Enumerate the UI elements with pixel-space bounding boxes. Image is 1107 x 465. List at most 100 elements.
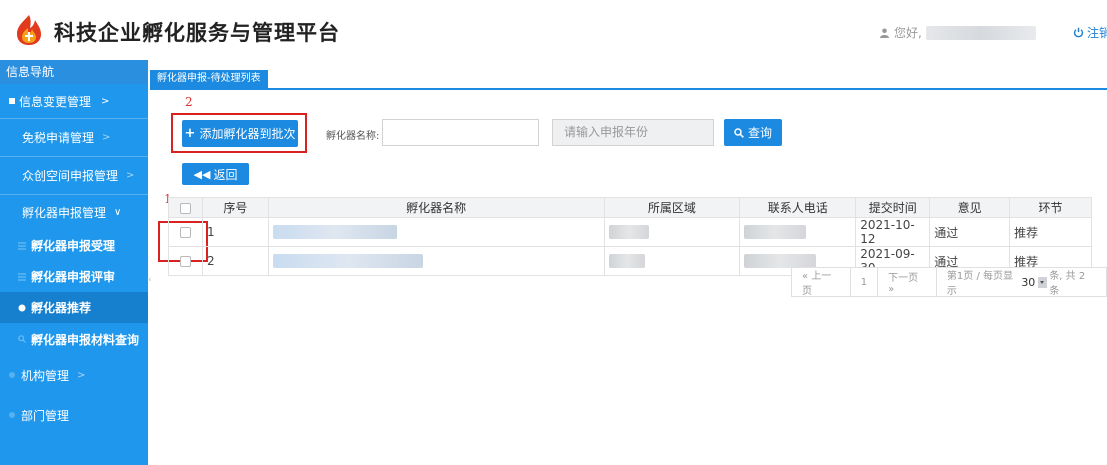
year-input[interactable]: 请输入申报年份 [552,119,714,146]
sidebar-subitem-label: 孵化器推荐 [31,301,92,315]
plus-icon: + [184,126,196,141]
top-header: 科技企业孵化服务与管理平台 您好, 注销 [0,0,1107,60]
redacted-text [608,254,645,269]
pagination: « 上一页 1 下一页 » 第1页 / 每页显示 30 条, 共 2 条 [791,267,1107,297]
select-all-checkbox[interactable] [179,202,191,214]
sidebar-item-tax-exemption[interactable]: 免税申请管理 > [0,119,148,156]
opinion-cell: 通过 [929,217,1011,247]
chevron-right-icon: > [101,95,110,107]
sidebar-subitem-label: 孵化器申报评审 [31,270,116,284]
sidebar-subitem-material-query[interactable]: 孵化器申报材料查询 [0,323,148,355]
redacted-text [272,225,397,240]
sidebar-subitem-label: 孵化器申报受理 [31,239,116,253]
sidebar-item-label: 孵化器申报管理 [22,206,107,220]
sidebar: 信息导航 信息变更管理 > 免税申请管理 > 众创空间申报管理 > 孵化器申报管… [0,60,148,465]
sidebar-subitem-accept[interactable]: 孵化器申报受理 [0,230,148,261]
phone-cell [739,217,857,247]
query-button[interactable]: 查询 [724,119,782,146]
stage-link[interactable]: 推荐 [1009,217,1092,247]
chevron-right-icon: > [126,170,135,181]
row-index: 1 [201,217,269,247]
page-info-prefix: 第1页 / 每页显示 [946,271,1013,297]
radio-dot-icon [18,304,26,311]
page-size-value: 30 [1021,275,1036,289]
list-icon [18,241,26,250]
sidebar-collapse-handle[interactable]: ‹ [148,275,152,285]
redacted-text [744,225,807,240]
app-title: 科技企业孵化服务与管理平台 [54,21,340,45]
column-header: 提交时间 [855,197,931,218]
incubator-name-label: 孵化器名称: [326,131,380,142]
row-select-cell [168,217,203,247]
submit-date-cell: 2021-10-12 [855,217,931,247]
org-icon [9,372,15,378]
select-all-cell [168,197,203,218]
page-info: 第1页 / 每页显示 30 条, 共 2 条 [937,268,1106,297]
add-to-batch-label: 添加孵化器到批次 [199,127,296,141]
query-label: 查询 [747,126,772,140]
sidebar-item-label: 机构管理 [21,368,70,383]
power-icon [1073,27,1084,38]
chevron-right-icon: > [102,132,111,143]
square-icon [9,98,15,104]
logo-flame-icon [17,15,41,45]
sidebar-item-label: 部门管理 [21,408,70,423]
sidebar-item-incubator[interactable]: 孵化器申报管理 ∨ [0,195,148,230]
row-index: 2 [201,246,269,276]
logout-link[interactable]: 注销 [1073,24,1107,41]
page-number-current[interactable]: 1 [851,268,879,296]
table-row: 1 2021-10-12 通过 推荐 [168,217,1092,247]
sidebar-subitem-label: 孵化器申报材料查询 [31,332,140,347]
logout-label: 注销 [1087,26,1107,40]
user-greeting: 您好, [880,24,1036,41]
column-header: 孵化器名称 [267,197,605,218]
next-page-button[interactable]: 下一页 » [878,268,937,296]
search-icon [734,127,744,138]
sidebar-item-org[interactable]: 机构管理 > [0,355,148,395]
back-icon: ◀◀ [193,167,211,181]
incubator-name-input[interactable] [382,119,539,146]
dept-icon [9,412,15,418]
dropdown-arrow-icon [1038,276,1048,288]
search-icon [18,335,26,343]
table-header-row: 序号 孵化器名称 所属区域 联系人电话 提交时间 意见 环节 [168,197,1092,218]
page-size-select[interactable]: 30 [1021,275,1048,289]
prev-page-button[interactable]: « 上一页 [792,268,851,297]
add-to-batch-button[interactable]: + 添加孵化器到批次 [182,120,298,147]
incubator-name-cell [267,217,605,247]
row-select-cell [168,246,203,276]
incubator-table: 序号 孵化器名称 所属区域 联系人电话 提交时间 意见 环节 1 2021-10… [168,197,1092,276]
sidebar-item-label: 免税申请管理 [22,131,95,145]
sidebar-heading: 信息导航 [0,60,148,84]
annotation-marker-2: 2 [185,95,193,109]
region-cell [603,246,741,276]
row-checkbox[interactable] [179,227,191,238]
chevron-down-icon: ∨ [114,207,122,218]
tab-pending-list[interactable]: 孵化器申报-待处理列表 [150,70,268,88]
sidebar-item-label: 信息变更管理 [19,94,92,109]
sidebar-item-label: 众创空间申报管理 [22,169,119,183]
list-icon [18,272,26,281]
back-label: 返回 [213,167,238,182]
column-header: 联系人电话 [739,197,857,218]
column-header: 序号 [201,197,269,218]
user-name-redacted [925,25,1036,40]
tab-bar: 孵化器申报-待处理列表 [150,70,1107,90]
chevron-right-icon: > [77,369,86,381]
redacted-text [608,225,649,240]
redacted-text [272,254,423,269]
column-header: 所属区域 [603,197,741,218]
sidebar-item-dept[interactable]: 部门管理 [0,395,148,435]
greeting-text: 您好, [894,26,922,40]
sidebar-subitem-review[interactable]: 孵化器申报评审 [0,261,148,292]
sidebar-item-info-change[interactable]: 信息变更管理 > [0,84,148,118]
column-header: 环节 [1009,197,1092,218]
region-cell [603,217,741,247]
back-button[interactable]: ◀◀ 返回 [182,163,249,185]
page-info-suffix: 条, 共 2 条 [1049,271,1086,297]
row-checkbox[interactable] [179,256,191,267]
incubator-name-cell [267,246,605,276]
sidebar-subitem-recommend[interactable]: 孵化器推荐 [0,292,148,323]
sidebar-item-maker-space[interactable]: 众创空间申报管理 > [0,157,148,194]
user-icon [880,28,889,38]
